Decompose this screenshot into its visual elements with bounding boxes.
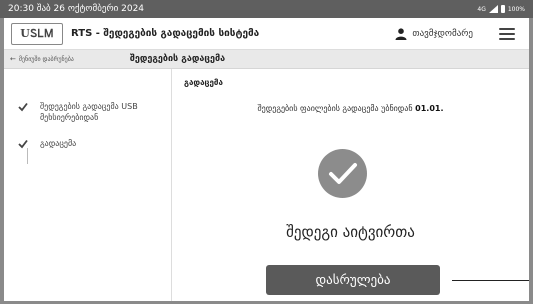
transfer-message: შედეგების ფაილების გადაცემა უბნიდან 01.0…: [172, 104, 529, 113]
success-check-icon: [318, 149, 367, 198]
app-title: RTS - შედეგების გადაცემის სისტემა: [71, 28, 260, 39]
menu-icon[interactable]: [499, 28, 515, 40]
transfer-message-text: შედეგების ფაილების გადაცემა უბნიდან: [257, 104, 413, 113]
app-window: UᏚᏞᎷ RTS - შედეგების გადაცემის სისტემა თ…: [4, 18, 529, 301]
content-title: გადაცემა: [184, 78, 223, 87]
main-content: გადაცემა შედეგების ფაილების გადაცემა უბნ…: [172, 69, 529, 301]
header-right: თავმჯდომარე: [395, 18, 515, 50]
status-bar: 20:30 შაბ 26 ოქტომბერი 2024 4G 100%: [0, 0, 533, 18]
breadcrumb: ← მენიუში დაბრუნება შედეგების გადაცემა: [4, 50, 529, 69]
precinct-number: 01.01.: [415, 104, 444, 113]
steps-sidebar: შედეგების გადაცემა USB მეხსიერებიდან გად…: [4, 69, 172, 301]
network-indicator: 4G: [477, 5, 486, 13]
result-message: შედეგი აიტვირთა: [286, 223, 415, 241]
app-header: UᏚᏞᎷ RTS - შედეგების გადაცემის სისტემა თ…: [4, 18, 529, 50]
status-time: 20:30 შაბ 26 ოქტომბერი 2024: [8, 4, 145, 14]
check-icon: [18, 139, 28, 149]
step-connector: [27, 148, 28, 164]
user-icon[interactable]: [395, 28, 407, 40]
arrow-left-icon[interactable]: ←: [10, 55, 16, 63]
logo-text: UᏚᏞᎷ: [20, 26, 54, 40]
step-usb-transfer: შედეგების გადაცემა USB მეხსიერებიდან: [18, 101, 150, 123]
step-label: შედეგების გადაცემა USB მეხსიერებიდან: [40, 102, 138, 122]
battery-icon: [500, 5, 505, 13]
step-label: გადაცემა: [40, 139, 77, 148]
status-indicators: 4G 100%: [477, 5, 525, 13]
checkmark-icon: [328, 162, 357, 184]
signal-icon: [488, 5, 498, 13]
user-name[interactable]: თავმჯდომარე: [412, 29, 473, 39]
step-transfer: გადაცემა: [18, 138, 76, 149]
finish-button[interactable]: დასრულება: [266, 265, 440, 295]
breadcrumb-current: შედეგების გადაცემა: [129, 54, 226, 64]
logo: UᏚᏞᎷ: [11, 22, 63, 45]
pointer-line: [452, 280, 529, 281]
check-icon: [18, 102, 28, 112]
device-frame: 20:30 შაბ 26 ოქტომბერი 2024 4G 100% UᏚᏞᎷ…: [0, 0, 533, 304]
battery-level: 100%: [507, 5, 525, 13]
back-to-menu-link[interactable]: მენიუში დაბრუნება: [19, 56, 74, 63]
